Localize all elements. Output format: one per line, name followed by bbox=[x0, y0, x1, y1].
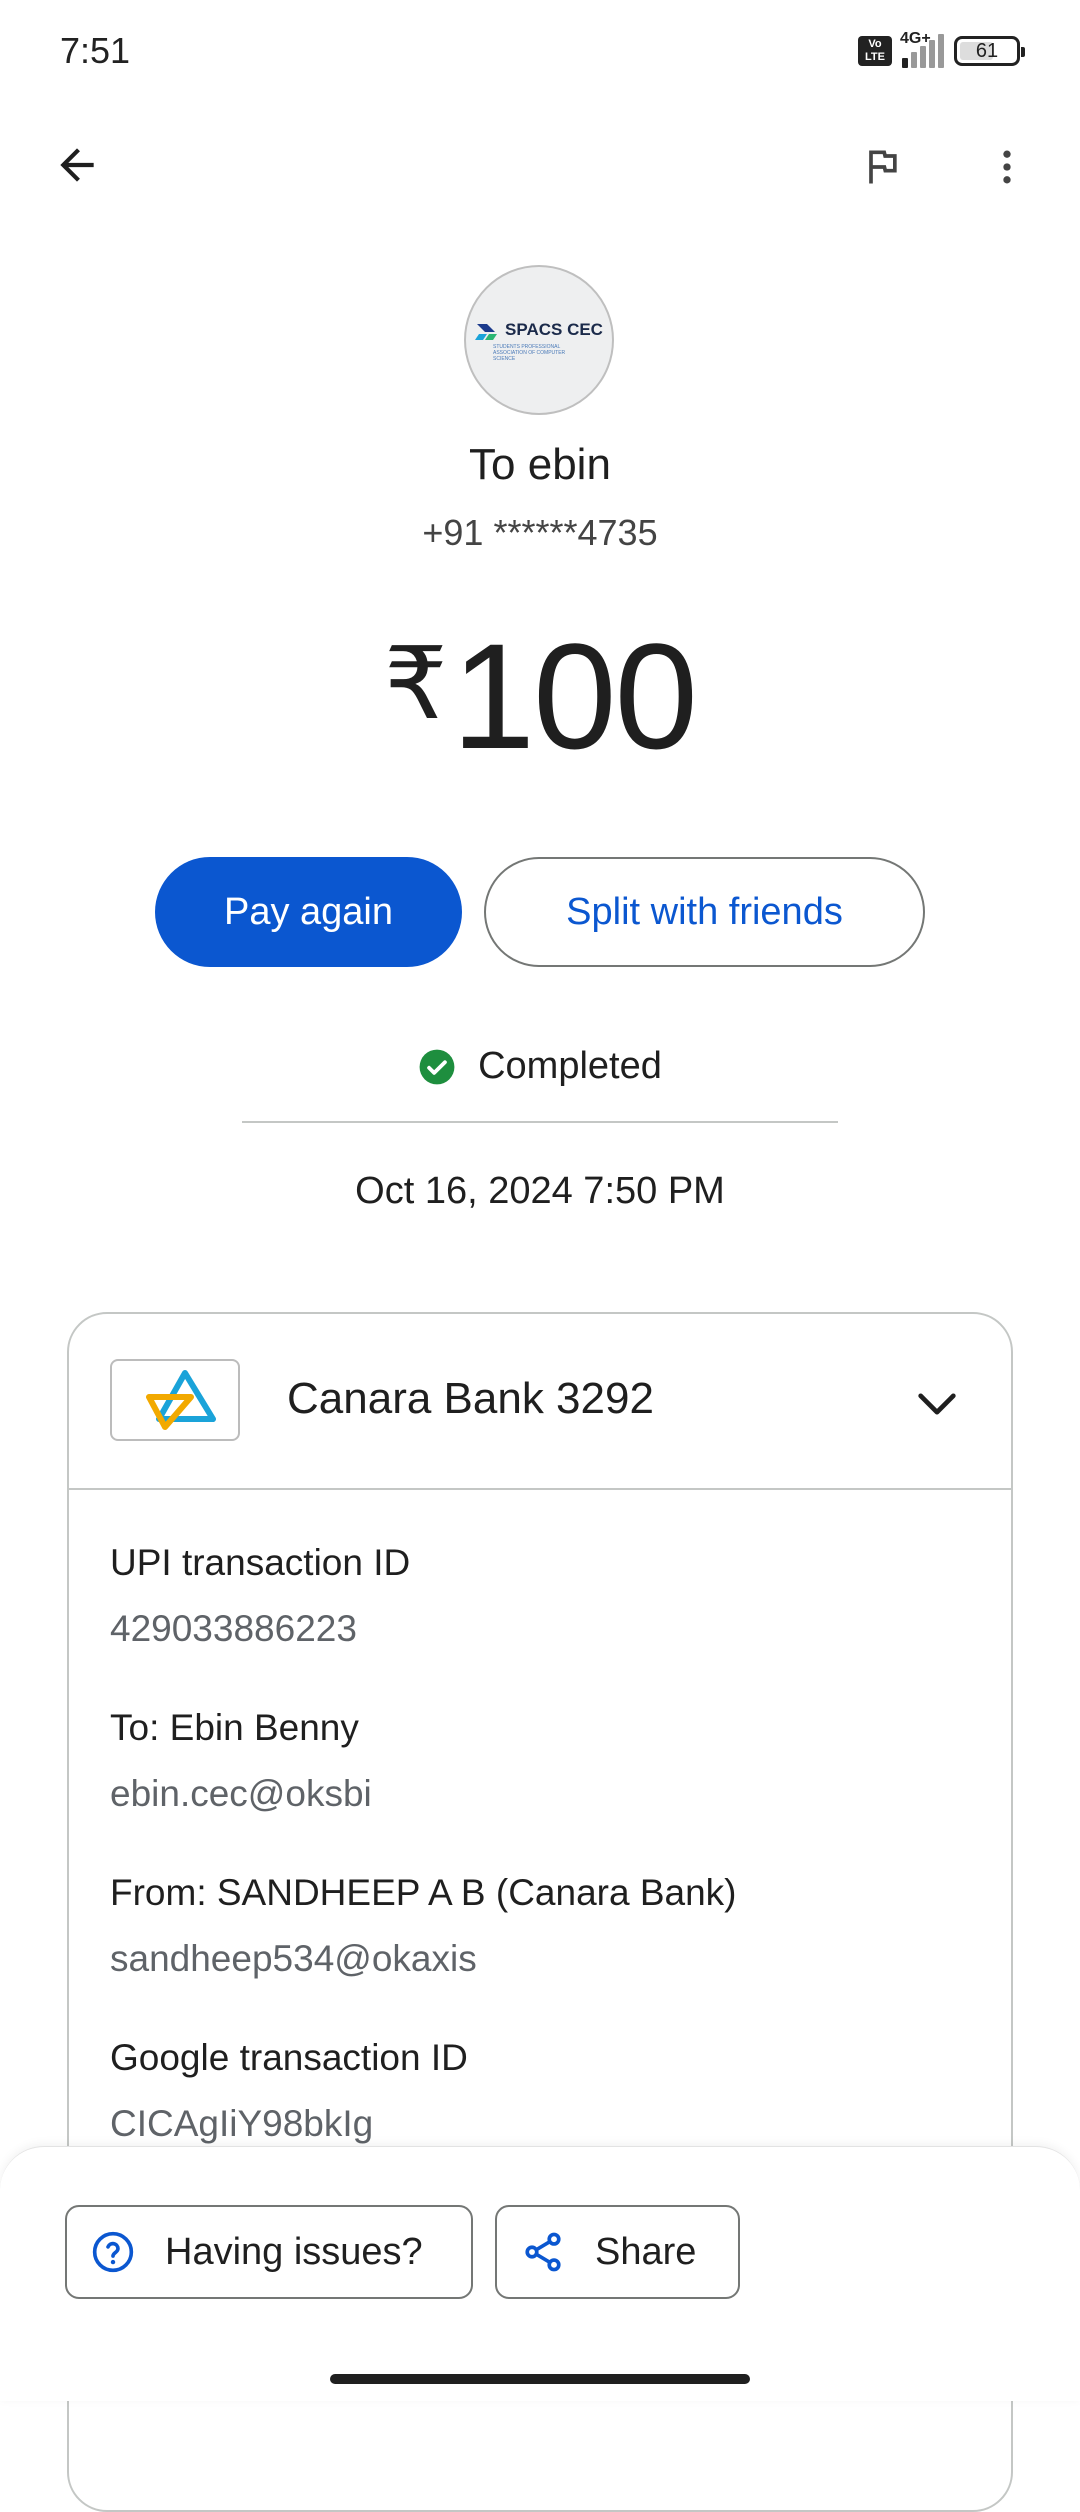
chevron-down-icon[interactable] bbox=[907, 1374, 967, 1434]
bank-name: Canara Bank 3292 bbox=[287, 1374, 654, 1423]
share-label: Share bbox=[595, 2230, 697, 2273]
transaction-date: Oct 16, 2024 7:50 PM bbox=[355, 1170, 725, 1212]
back-button[interactable] bbox=[40, 128, 114, 202]
canara-bank-logo bbox=[110, 1359, 240, 1441]
status-icons: Vo LTE 4G+ 61 bbox=[858, 30, 1025, 68]
from-value: sandheep534@okaxis bbox=[110, 1938, 477, 1979]
home-indicator[interactable] bbox=[330, 2374, 750, 2384]
to-value: ebin.cec@oksbi bbox=[110, 1773, 372, 1814]
arrow-back-icon bbox=[60, 148, 94, 182]
split-with-friends-button[interactable]: Split with friends bbox=[484, 857, 925, 967]
logo-text: SPACS CEC bbox=[505, 320, 603, 339]
volte-icon: Vo LTE bbox=[858, 36, 892, 66]
upi-id-value: 429033886223 bbox=[110, 1608, 357, 1649]
share-button[interactable]: Share bbox=[495, 2205, 740, 2299]
upi-id-label: UPI transaction ID bbox=[110, 1542, 411, 1583]
divider bbox=[242, 1121, 838, 1123]
google-txn-id-label: Google transaction ID bbox=[110, 2037, 468, 2078]
report-button[interactable] bbox=[845, 130, 919, 204]
network-label: 4G+ bbox=[900, 30, 931, 47]
amount-value: 100 bbox=[451, 612, 698, 780]
transaction-status: Completed bbox=[0, 1045, 1080, 1088]
recipient-avatar: SPACS CEC STUDENTS PROFESSIONAL ASSOCIAT… bbox=[464, 265, 614, 415]
battery-level: 61 bbox=[975, 39, 999, 62]
more-options-button[interactable] bbox=[980, 130, 1034, 204]
help-icon bbox=[92, 2231, 134, 2273]
status-time: 7:51 bbox=[60, 30, 131, 71]
pay-again-button[interactable]: Pay again bbox=[155, 857, 462, 967]
from-label: From: SANDHEEP A B (Canara Bank) bbox=[110, 1872, 737, 1913]
currency-symbol: ₹ bbox=[384, 628, 448, 740]
bottom-action-bar: Having issues? Share bbox=[0, 2146, 1080, 2401]
logo-subtext: STUDENTS PROFESSIONAL ASSOCIATION OF COM… bbox=[493, 344, 566, 362]
battery-icon: 61 bbox=[954, 36, 1025, 66]
spacs-logo-icon bbox=[475, 324, 498, 340]
to-label: To: Ebin Benny bbox=[110, 1707, 359, 1748]
having-issues-label: Having issues? bbox=[165, 2230, 423, 2273]
recipient-phone: +91 ******4735 bbox=[422, 512, 658, 553]
status-label: Completed bbox=[478, 1045, 662, 1087]
flag-icon bbox=[869, 150, 897, 184]
signal-icon: 4G+ bbox=[900, 30, 944, 68]
more-vert-icon bbox=[1003, 150, 1011, 184]
check-circle-icon bbox=[419, 1049, 455, 1084]
share-icon bbox=[525, 2232, 561, 2272]
having-issues-button[interactable]: Having issues? bbox=[65, 2205, 473, 2299]
bank-account-row[interactable]: Canara Bank 3292 bbox=[69, 1314, 1011, 1490]
canara-bank-icon bbox=[146, 1370, 216, 1430]
payment-amount: ₹100 bbox=[0, 610, 1080, 783]
google-txn-id-value: CICAgIiY98bkIg bbox=[110, 2103, 374, 2144]
recipient-title: To ebin bbox=[469, 440, 611, 489]
